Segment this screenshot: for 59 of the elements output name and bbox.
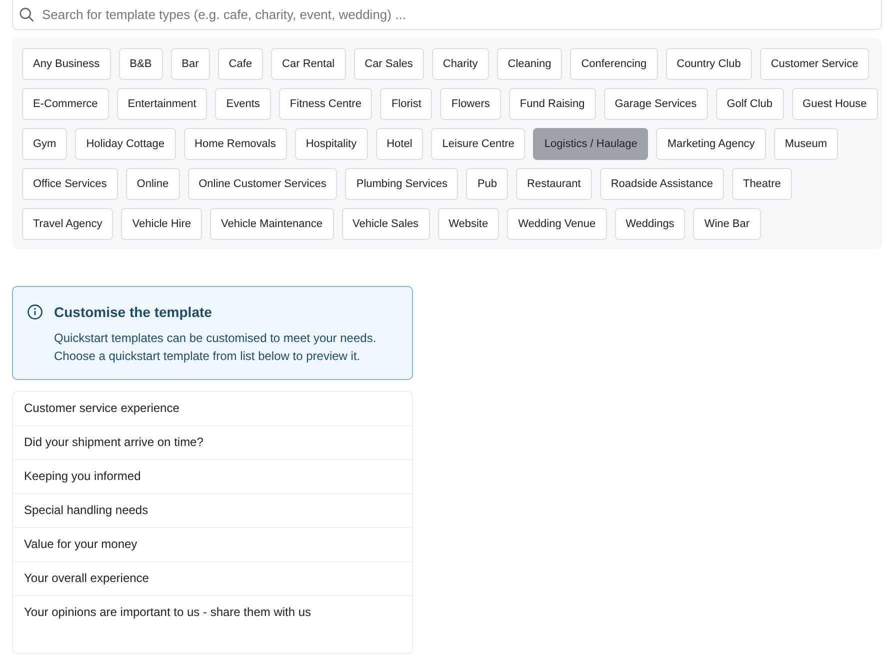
template-type-button[interactable]: Florist: [380, 88, 432, 120]
template-type-button[interactable]: Gym: [22, 128, 68, 160]
info-text: Quickstart templates can be customised to meet your needs.: [54, 330, 378, 347]
template-type-button[interactable]: Golf Club: [716, 88, 784, 120]
template-type-button[interactable]: Marketing Agency: [656, 128, 766, 160]
template-type-button[interactable]: Cleaning: [496, 48, 562, 80]
info-icon: [27, 304, 43, 320]
template-list-item[interactable]: Your overall experience: [13, 562, 412, 596]
template-type-button[interactable]: Any Business: [22, 48, 111, 80]
template-type-button[interactable]: Fitness Centre: [278, 88, 372, 120]
template-type-button[interactable]: Conferencing: [570, 48, 658, 80]
info-text: Choose a quickstart template from list below to preview it.: [54, 348, 362, 365]
template-type-button[interactable]: Logistics / Haulage: [533, 128, 648, 160]
template-type-button[interactable]: Pub: [466, 168, 508, 200]
template-type-button[interactable]: Guest House: [792, 88, 878, 120]
template-type-button[interactable]: Flowers: [440, 88, 501, 120]
template-type-button[interactable]: Leisure Centre: [431, 128, 526, 160]
template-list-item[interactable]: Value for your money: [13, 528, 412, 562]
template-type-button[interactable]: Entertainment: [116, 88, 208, 120]
template-type-button[interactable]: Restaurant: [516, 168, 592, 200]
template-type-button[interactable]: Cafe: [218, 48, 264, 80]
template-list-item[interactable]: Customer service experience: [13, 392, 412, 426]
template-type-button[interactable]: Wine Bar: [693, 208, 761, 240]
template-type-button[interactable]: Online: [126, 168, 180, 200]
template-type-button[interactable]: Country Club: [666, 48, 752, 80]
template-type-button[interactable]: Website: [438, 208, 500, 240]
template-type-button[interactable]: Events: [215, 88, 271, 120]
template-type-button[interactable]: Bar: [170, 48, 210, 80]
template-type-button[interactable]: Museum: [774, 128, 838, 160]
template-type-button[interactable]: Home Removals: [184, 128, 287, 160]
template-type-button[interactable]: Car Rental: [271, 48, 346, 80]
template-type-button[interactable]: Vehicle Hire: [121, 208, 202, 240]
template-type-button[interactable]: Weddings: [614, 208, 686, 240]
template-type-button[interactable]: Customer Service: [760, 48, 870, 80]
template-list-item[interactable]: Your opinions are important to us - share them with us: [13, 596, 412, 629]
template-type-button[interactable]: Car Sales: [354, 48, 424, 80]
search-field[interactable]: Search for template types (e.g. cafe, charity, event, wedding) ...: [12, 0, 882, 30]
template-type-button[interactable]: Vehicle Maintenance: [210, 208, 334, 240]
template-list-item[interactable]: Keeping you informed: [13, 460, 412, 494]
template-type-button[interactable]: Online Customer Services: [188, 168, 338, 200]
template-type-button[interactable]: B&B: [118, 48, 163, 80]
template-type-button[interactable]: Roadside Assistance: [600, 168, 724, 200]
info-title: Customise the template: [54, 303, 213, 321]
template-type-button[interactable]: Hotel: [376, 128, 424, 160]
template-type-button[interactable]: Garage Services: [604, 88, 708, 120]
template-type-button[interactable]: Theatre: [732, 168, 792, 200]
template-type-button[interactable]: Vehicle Sales: [342, 208, 430, 240]
template-type-button[interactable]: Plumbing Services: [345, 168, 458, 200]
template-type-button[interactable]: Wedding Venue: [507, 208, 607, 240]
template-type-button[interactable]: Hospitality: [294, 128, 368, 160]
search-icon: [19, 7, 34, 22]
template-type-button[interactable]: Charity: [432, 48, 489, 80]
template-list-item[interactable]: Did your shipment arrive on time?: [13, 426, 412, 460]
template-type-button[interactable]: Holiday Cottage: [75, 128, 176, 160]
template-list-item[interactable]: Special handling needs: [13, 494, 412, 528]
template-type-button[interactable]: E-Commerce: [22, 88, 109, 120]
template-type-button[interactable]: Fund Raising: [508, 88, 596, 120]
template-type-button[interactable]: Travel Agency: [22, 208, 114, 240]
template-type-button[interactable]: Office Services: [22, 168, 118, 200]
